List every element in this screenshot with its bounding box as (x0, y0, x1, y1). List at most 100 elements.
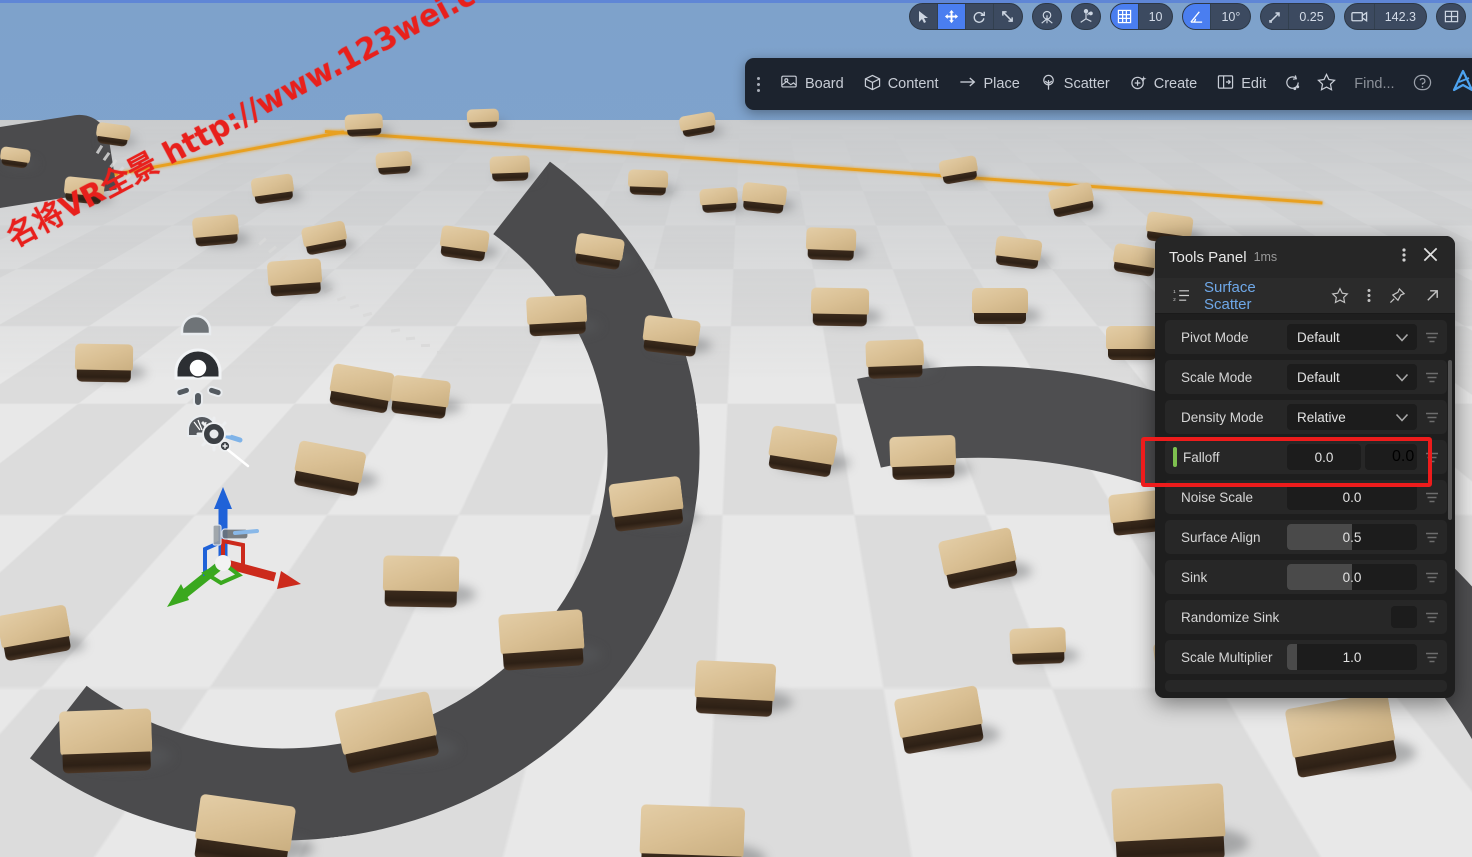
camera-icon[interactable] (1345, 4, 1375, 29)
rock-object[interactable] (498, 609, 602, 671)
rock-object[interactable] (893, 685, 1000, 755)
rock-object[interactable] (266, 258, 333, 297)
rock-object[interactable] (694, 659, 793, 717)
rock-object[interactable] (1009, 627, 1079, 665)
rock-object[interactable] (810, 287, 882, 327)
property-row-density-mode[interactable]: Density Mode Relative (1165, 400, 1447, 434)
rock-object[interactable] (344, 113, 392, 137)
rock-object[interactable] (1106, 326, 1169, 360)
property-slider[interactable]: 0.0 (1287, 484, 1417, 510)
property-slider[interactable]: 1.0 (1287, 644, 1417, 670)
rock-object[interactable] (889, 434, 971, 481)
rock-object[interactable] (699, 186, 747, 214)
rock-object[interactable] (0, 604, 85, 662)
star-icon[interactable] (1327, 287, 1353, 304)
chevron-down-icon[interactable] (1395, 324, 1409, 350)
property-slider[interactable]: 0.5 (1287, 524, 1417, 550)
rock-object[interactable] (865, 339, 937, 379)
rock-object[interactable] (1284, 691, 1416, 779)
toolbar-overflow-icon[interactable] (749, 76, 770, 92)
row-options-icon[interactable] (1417, 572, 1447, 583)
grid-snap-group[interactable]: 10 (1109, 3, 1174, 30)
pivot-origin-glyph[interactable] (1033, 4, 1061, 29)
tools-panel[interactable]: Tools Panel 1ms 1 2 Surface Scatter Pivo… (1155, 236, 1455, 698)
popout-arrow-icon[interactable] (1420, 287, 1445, 304)
rock-object[interactable] (1112, 242, 1166, 277)
rock-object[interactable] (627, 169, 677, 196)
toolbar-item-edit[interactable]: Edit (1207, 64, 1276, 104)
tools-panel-titlebar[interactable]: Tools Panel 1ms (1155, 236, 1455, 278)
angle-snap-group[interactable]: 10° (1182, 3, 1252, 30)
transform-tool-group[interactable] (908, 3, 1023, 30)
property-slider[interactable]: 0.0 (1287, 564, 1417, 590)
toolbar-item-place[interactable]: Place (949, 64, 1030, 104)
rock-object[interactable] (767, 425, 850, 478)
rock-object[interactable] (334, 690, 458, 774)
toolbar-item-board[interactable]: Board (770, 64, 854, 104)
tools-panel-properties[interactable]: Pivot Mode Default Scale Mode Default Densit… (1155, 314, 1455, 698)
property-row-scale-multiplier[interactable]: Scale Multiplier 1.0 (1165, 640, 1447, 674)
row-options-icon[interactable] (1417, 452, 1447, 463)
close-icon[interactable] (1410, 246, 1443, 268)
rock-object[interactable] (74, 343, 146, 383)
rock-object[interactable] (938, 154, 987, 185)
row-options-icon[interactable] (1417, 372, 1447, 383)
row-options-icon[interactable] (1417, 412, 1447, 423)
property-row-scale-mode[interactable]: Scale Mode Default (1165, 360, 1447, 394)
camera-speed-value[interactable]: 142.3 (1375, 4, 1426, 29)
row-options-icon[interactable] (1417, 492, 1447, 503)
scale-snap-group[interactable]: 0.25 (1260, 3, 1335, 30)
rock-object[interactable] (489, 155, 539, 182)
scale-icon[interactable] (994, 4, 1022, 29)
grid-snap-icon[interactable] (1110, 4, 1139, 29)
scale-snap-value[interactable]: 0.25 (1289, 4, 1333, 29)
coordinate-space-glyph[interactable] (1072, 4, 1100, 29)
row-options-icon[interactable] (1417, 612, 1447, 623)
pin-icon[interactable] (1385, 287, 1410, 304)
property-row-falloff[interactable]: Falloff 0.0 0.0 (1165, 440, 1447, 474)
tools-panel-tool-header[interactable]: 1 2 Surface Scatter (1155, 278, 1455, 314)
rock-object[interactable] (1047, 181, 1103, 218)
toolbar-item-scatter[interactable]: Scatter (1030, 64, 1120, 104)
rock-object[interactable] (1111, 783, 1249, 857)
rock-object[interactable] (390, 374, 462, 420)
rock-object[interactable] (1145, 210, 1203, 246)
property-dropdown[interactable]: Default (1287, 364, 1417, 390)
toolbar-item-favorite[interactable] (1309, 64, 1344, 104)
rock-object[interactable] (994, 235, 1052, 270)
scale-snap-icon[interactable] (1261, 4, 1290, 29)
rock-object[interactable] (375, 150, 420, 176)
row-options-icon[interactable] (1417, 652, 1447, 663)
viewport-status-bar[interactable]: 10 10° 0.25 142.3 (908, 3, 1466, 30)
tools-panel-scrollbar[interactable] (1448, 360, 1452, 520)
rock-object[interactable] (805, 227, 867, 261)
rock-object[interactable] (0, 146, 37, 169)
rock-object[interactable] (741, 181, 795, 215)
property-row-surface-align[interactable]: Surface Align 0.5 (1165, 520, 1447, 554)
rock-object[interactable] (972, 288, 1041, 324)
camera-speed-group[interactable]: 142.3 (1343, 3, 1427, 30)
property-value-field-2[interactable]: 0.0 (1365, 444, 1417, 470)
angle-snap-icon[interactable] (1183, 4, 1212, 29)
rock-object[interactable] (300, 220, 356, 256)
kebab-menu-icon[interactable] (1398, 247, 1410, 268)
coordinate-space-icon[interactable] (1070, 3, 1101, 30)
rock-object[interactable] (194, 793, 314, 857)
toolbar-item-create[interactable]: Create (1120, 64, 1208, 104)
main-toolbar[interactable]: Board Content Place Scatter Create Edit … (745, 58, 1472, 110)
rock-object[interactable] (191, 214, 250, 247)
rock-object[interactable] (466, 108, 506, 129)
property-row-randomize-sink[interactable]: Randomize Sink (1165, 600, 1447, 634)
rock-object[interactable] (937, 526, 1032, 590)
cursor-select-icon[interactable] (910, 4, 938, 29)
viewport-layout-glyph[interactable] (1437, 4, 1465, 29)
property-row-sink[interactable]: Sink 0.0 (1165, 560, 1447, 594)
viewport-layout-icon[interactable] (1436, 3, 1466, 30)
rock-object[interactable] (328, 362, 405, 414)
rotate-icon[interactable] (966, 4, 994, 29)
rock-object[interactable] (293, 439, 378, 497)
rock-object[interactable] (250, 173, 303, 205)
property-dropdown[interactable]: Default (1287, 324, 1417, 350)
property-dropdown[interactable]: Relative (1287, 404, 1417, 430)
rock-object[interactable] (608, 475, 699, 532)
